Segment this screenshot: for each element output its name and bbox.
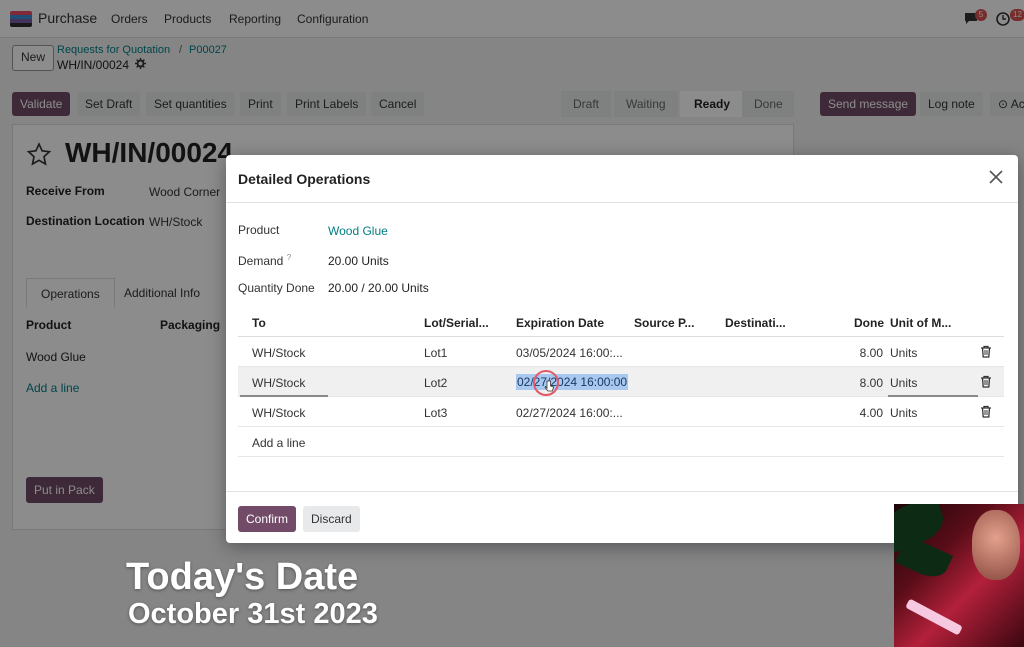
row-to[interactable]: WH/Stock xyxy=(252,376,305,390)
table-row[interactable]: WH/Stock Lot3 02/27/2024 16:00:... 4.00 … xyxy=(238,397,1004,427)
add-line-link[interactable]: Add a line xyxy=(252,436,305,450)
demand-label-text: Demand xyxy=(238,254,284,268)
row-lot[interactable]: Lot3 xyxy=(424,406,447,420)
col-expiration[interactable]: Expiration Date xyxy=(516,316,604,330)
row-expiration[interactable]: 03/05/2024 16:00:... xyxy=(516,346,623,360)
row-lot[interactable]: Lot2 xyxy=(424,376,447,390)
help-icon[interactable]: ? xyxy=(287,253,291,262)
table-row[interactable]: WH/Stock Lot1 03/05/2024 16:00:... 8.00 … xyxy=(238,337,1004,367)
row-uom[interactable]: Units xyxy=(890,406,917,420)
webcam-feed xyxy=(894,504,1024,647)
col-done[interactable]: Done xyxy=(854,316,884,330)
discard-button[interactable]: Discard xyxy=(303,506,360,532)
col-lot[interactable]: Lot/Serial... xyxy=(424,316,489,330)
col-source[interactable]: Source P... xyxy=(634,316,694,330)
qty-done-value: 20.00 / 20.00 Units xyxy=(328,281,429,295)
product-value[interactable]: Wood Glue xyxy=(328,224,388,238)
presenter-face xyxy=(972,510,1020,580)
add-line-row: Add a line xyxy=(238,427,1004,457)
qty-done-label: Quantity Done xyxy=(238,281,315,295)
row-done[interactable]: 4.00 xyxy=(843,406,883,420)
row-lot[interactable]: Lot1 xyxy=(424,346,447,360)
row-done[interactable]: 8.00 xyxy=(843,376,883,390)
row-expiration[interactable]: 02/27/2024 16:00:... xyxy=(516,406,623,420)
trash-icon[interactable] xyxy=(980,375,992,388)
row-uom[interactable]: Units xyxy=(890,346,917,360)
pointer-cursor-icon xyxy=(544,380,554,392)
product-label: Product xyxy=(238,223,280,237)
close-icon[interactable] xyxy=(986,167,1006,187)
row-to[interactable]: WH/Stock xyxy=(252,346,305,360)
col-uom[interactable]: Unit of M... xyxy=(890,316,951,330)
table-header: To Lot/Serial... Expiration Date Source … xyxy=(238,307,1004,337)
demand-label: Demand ? xyxy=(238,253,291,268)
dialog-title: Detailed Operations xyxy=(238,171,371,187)
caption-date: October 31st 2023 xyxy=(128,598,378,630)
trash-icon[interactable] xyxy=(980,405,992,418)
trash-icon[interactable] xyxy=(980,345,992,358)
row-uom[interactable]: Units xyxy=(890,376,917,390)
confirm-button[interactable]: Confirm xyxy=(238,506,297,532)
col-to[interactable]: To xyxy=(252,316,266,330)
dialog-header: Detailed Operations xyxy=(226,155,1018,203)
detailed-operations-dialog: Detailed Operations Product Wood Glue De… xyxy=(226,155,1018,543)
table-row-selected[interactable]: WH/Stock Lot2 02/27/2024 16:00:00 8.00 U… xyxy=(238,367,1004,397)
col-destination[interactable]: Destinati... xyxy=(725,316,786,330)
row-to[interactable]: WH/Stock xyxy=(252,406,305,420)
row-done[interactable]: 8.00 xyxy=(843,346,883,360)
caption-title: Today's Date xyxy=(126,556,359,598)
demand-value: 20.00 Units xyxy=(328,254,389,268)
lamp xyxy=(905,598,963,636)
